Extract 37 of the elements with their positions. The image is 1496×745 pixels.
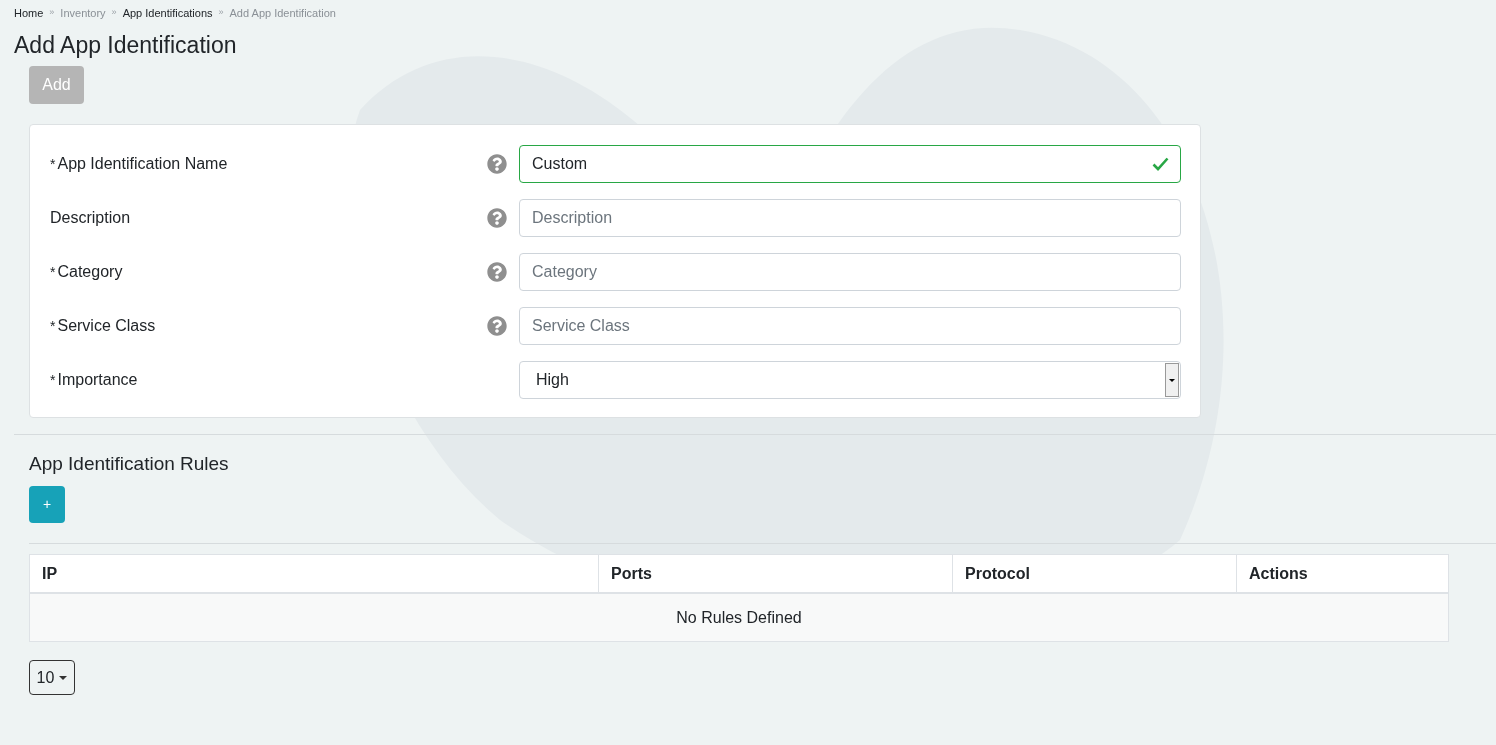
breadcrumb-item: Inventory: [60, 5, 106, 21]
field-label: Description: [50, 208, 131, 228]
field-label: Category: [57, 262, 123, 282]
input-field[interactable]: Service Class: [519, 307, 1181, 345]
required-mark: *: [50, 154, 56, 174]
caret-icon: [59, 675, 68, 680]
breadcrumb-separator: »: [111, 6, 117, 20]
breadcrumb-link[interactable]: Home: [14, 4, 44, 22]
check-icon: [1152, 157, 1169, 171]
required-mark: *: [50, 370, 56, 390]
help-icon[interactable]: [486, 208, 507, 228]
help-icon[interactable]: [486, 316, 507, 336]
breadcrumb-link[interactable]: App Identifications: [122, 4, 213, 22]
section-title: App Identification Rules: [28, 452, 230, 476]
help-icon[interactable]: [486, 262, 507, 282]
field-label: Importance: [57, 370, 138, 390]
input-field[interactable]: Category: [519, 253, 1181, 291]
input-field[interactable]: Custom: [519, 145, 1181, 183]
page-title: Add App Identification: [13, 31, 238, 60]
page-size-dropdown[interactable]: 10: [29, 660, 75, 695]
select-value: High: [536, 370, 569, 390]
breadcrumb-separator: »: [49, 6, 55, 20]
column-header: Ports: [598, 555, 952, 592]
field-label: App Identification Name: [57, 154, 228, 174]
caret-icon: [1165, 363, 1179, 397]
column-header: Actions: [1236, 555, 1448, 592]
required-mark: *: [50, 316, 56, 336]
help-icon[interactable]: [486, 154, 507, 174]
importance-select[interactable]: High: [519, 361, 1181, 399]
required-mark: *: [50, 262, 56, 282]
breadcrumb-item: Add App Identification: [229, 5, 336, 21]
column-header: IP: [41, 563, 59, 584]
column-header: Protocol: [952, 555, 1236, 592]
empty-table-message: No Rules Defined: [30, 594, 1448, 641]
input-field[interactable]: Description: [519, 199, 1181, 237]
breadcrumb-separator: »: [218, 6, 224, 20]
field-label: Service Class: [57, 316, 156, 336]
